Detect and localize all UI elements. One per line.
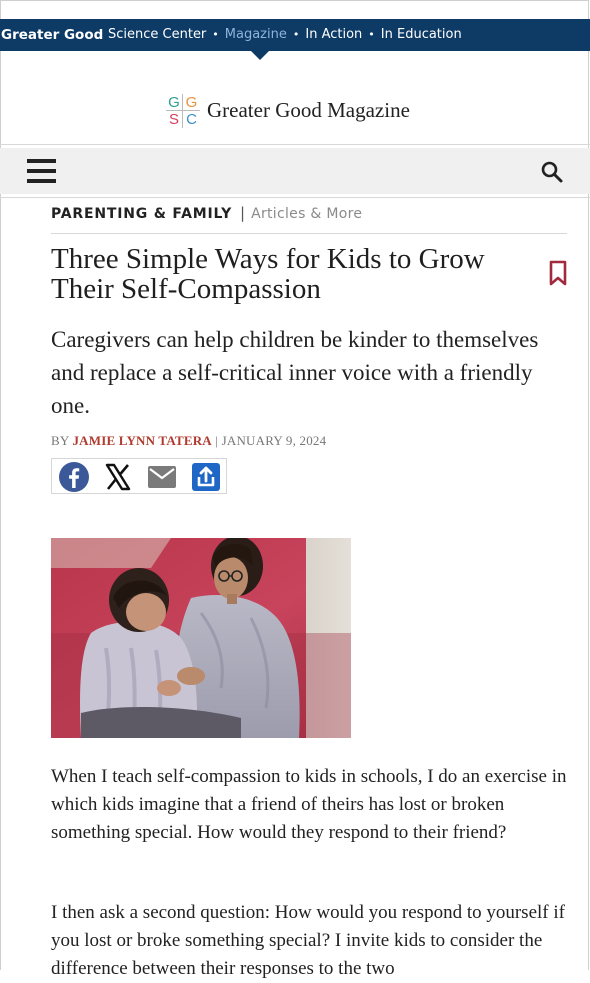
publish-date: JANUARY 9, 2024 [221,433,327,448]
article-dek: Caregivers can help children be kinder t… [51,327,539,418]
search-icon[interactable] [540,160,564,184]
article-paragraph: I then ask a second question: How would … [51,902,565,979]
active-nav-caret [251,51,269,60]
nav-in-education[interactable]: In Education [381,27,462,42]
article-category: PARENTING & FAMILY | Articles & More [51,201,362,225]
article-title: Three Simple Ways for Kids to Grow Their… [51,243,485,305]
logo-letter: S [166,111,183,128]
article-paragraph: When I teach self-compassion to kids in … [51,766,567,843]
logo-letter: G [183,94,200,111]
byline: BY JAMIE LYNN TATERA | JANUARY 9, 2024 [51,433,326,449]
hamburger-icon[interactable] [27,159,56,183]
logo-letter: C [186,111,197,128]
nav-separator: • [292,28,300,41]
network-brand-link[interactable]: Greater Good [1,19,103,51]
divider [51,233,567,234]
x-icon[interactable] [102,461,134,493]
logo-text: Greater Good Magazine [207,98,410,122]
email-icon[interactable] [146,461,178,493]
category-separator: | [240,204,246,222]
category-link[interactable]: PARENTING & FAMILY [51,206,232,222]
network-nav: Science Center • Magazine • In Action • In Edu… [108,19,462,51]
author-link[interactable]: JAMIE LYNN TATERA [72,433,211,448]
nav-magazine[interactable]: Magazine [225,27,287,42]
byline-prefix: BY [51,433,69,448]
article-image [51,538,351,738]
nav-in-action[interactable]: In Action [305,27,362,42]
nav-separator: • [212,28,219,41]
share-icon[interactable] [190,461,222,493]
divider [0,144,590,145]
bookmark-icon[interactable] [548,260,568,287]
logo-mark: G G S C [166,94,200,128]
byline-separator: | [215,433,219,448]
nav-science-center[interactable]: Science Center [108,27,206,42]
network-bar: Greater Good Science Center • Magazine • In … [0,19,590,51]
category-sub-link[interactable]: Articles & More [251,206,362,222]
share-bar [51,458,227,494]
menu-bar [0,148,590,194]
nav-separator: • [368,28,375,41]
facebook-icon[interactable] [58,461,90,493]
logo-letter: G [166,94,183,111]
divider [0,197,590,198]
